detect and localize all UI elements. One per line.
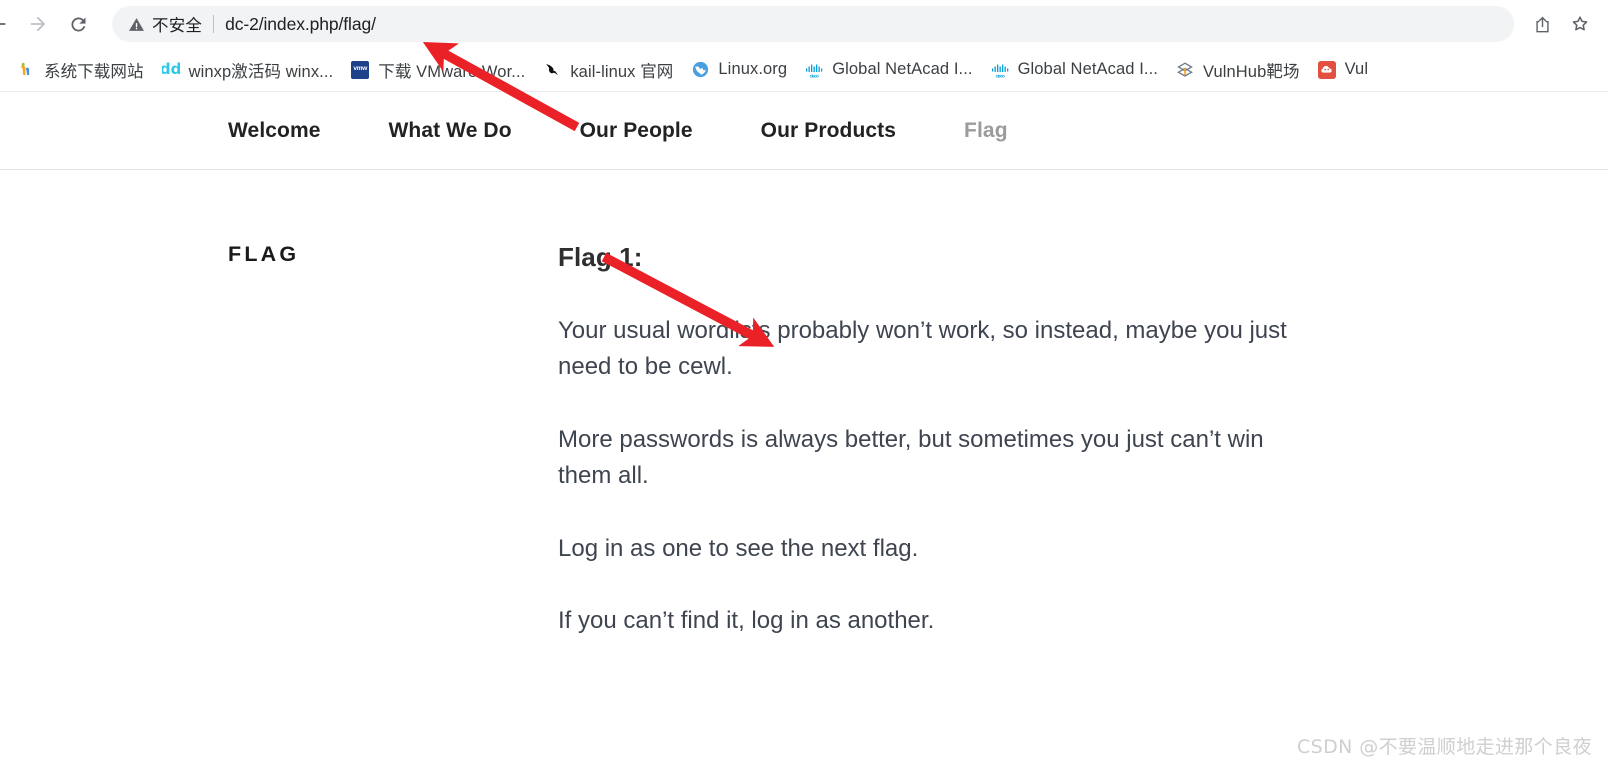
bookmark-label: Global NetAcad I... (832, 60, 973, 78)
nav-item-our-people[interactable]: Our People (580, 119, 693, 143)
omnibox-divider (213, 15, 215, 33)
bookmark-label: winxp激活码 winx... (188, 62, 334, 81)
bookmark-item[interactable]: cisco Global NetAcad I... (796, 54, 981, 86)
flag-title: Flag 1: (558, 242, 643, 272)
bookmark-label: 系统下载网站 (44, 62, 144, 81)
nav-item-our-products[interactable]: Our Products (761, 119, 896, 143)
forward-button[interactable] (18, 4, 58, 44)
svg-text:cisco: cisco (995, 73, 1005, 78)
nav-item-what-we-do[interactable]: What We Do (389, 119, 512, 143)
bookmark-item[interactable]: Linux.org (682, 54, 796, 86)
nav-item-flag[interactable]: Flag (964, 119, 1008, 143)
bookmark-star-icon[interactable] (1562, 6, 1598, 42)
forward-arrow-icon (30, 16, 46, 32)
flag-paragraph: Log in as one to see the next flag. (558, 534, 919, 562)
bookmark-label: Linux.org (718, 60, 788, 78)
bookmark-item[interactable]: 系统下载网站 (8, 54, 153, 86)
left-column: FLAG (0, 242, 558, 640)
flag-paragraph: More passwords is always better, but som… (558, 425, 1264, 490)
bookmark-item[interactable]: dd winxp激活码 winx... (153, 54, 343, 86)
toolbar-right-icons (1524, 6, 1598, 42)
content-area: FLAG Flag 1: Your usual wordlists probab… (0, 170, 1608, 640)
globe-favicon (691, 61, 709, 79)
csdn-watermark: CSDN @不要温顺地走进那个良夜 (1296, 736, 1592, 758)
reload-button[interactable] (58, 4, 98, 44)
sys-download-favicon (17, 60, 35, 79)
cisco-favicon: cisco (991, 61, 1009, 79)
vulnhub-favicon (1176, 61, 1194, 79)
bookmark-label: VulnHub靶场 (1202, 62, 1300, 81)
flag-paragraph: Your usual wordlists probably won’t work… (558, 317, 1287, 381)
site-navigation: Welcome What We Do Our People Our Produc… (0, 92, 1608, 170)
bookmark-label: kail-linux 官网 (570, 62, 674, 81)
bookmark-label: Vul (1344, 60, 1369, 78)
vul-cloud-favicon (1317, 60, 1336, 79)
url-text: dc-2/index.php/flag/ (225, 13, 376, 34)
cisco-favicon: cisco (805, 61, 823, 79)
nav-item-welcome[interactable]: Welcome (228, 119, 321, 143)
browser-toolbar: 不安全 dc-2/index.php/flag/ (0, 0, 1608, 48)
section-heading: FLAG (228, 242, 300, 266)
back-arrow-icon (0, 23, 6, 25)
reload-icon (70, 16, 85, 31)
security-status-label: 不安全 (152, 17, 203, 35)
right-column: Flag 1: Your usual wordlists probably wo… (558, 242, 1608, 640)
bookmark-label: 下载 VMware Wor... (378, 62, 526, 81)
share-icon[interactable] (1524, 6, 1560, 42)
dd-favicon: dd (162, 61, 180, 79)
warning-triangle-icon (128, 16, 145, 33)
address-bar[interactable]: 不安全 dc-2/index.php/flag/ (112, 6, 1514, 42)
vmware-favicon: vmw (351, 60, 370, 79)
back-button[interactable] (0, 4, 18, 44)
kali-dragon-favicon (543, 61, 561, 79)
bookmark-label: Global NetAcad I... (1017, 60, 1158, 78)
bookmark-item[interactable]: cisco Global NetAcad I... (982, 54, 1167, 86)
page-content: Welcome What We Do Our People Our Produc… (0, 92, 1608, 769)
bookmark-item[interactable]: kail-linux 官网 (534, 54, 682, 86)
navigation-buttons (0, 4, 98, 44)
svg-text:cisco: cisco (810, 73, 820, 78)
bookmark-item[interactable]: vmw 下载 VMware Wor... (342, 54, 534, 86)
bookmarks-bar: 系统下载网站 dd winxp激活码 winx... vmw 下载 VMware… (0, 48, 1608, 92)
bookmark-item[interactable]: Vul (1309, 54, 1378, 86)
bookmark-item[interactable]: VulnHub靶场 (1167, 54, 1309, 86)
flag-paragraph: If you can’t find it, log in as another. (558, 607, 935, 635)
